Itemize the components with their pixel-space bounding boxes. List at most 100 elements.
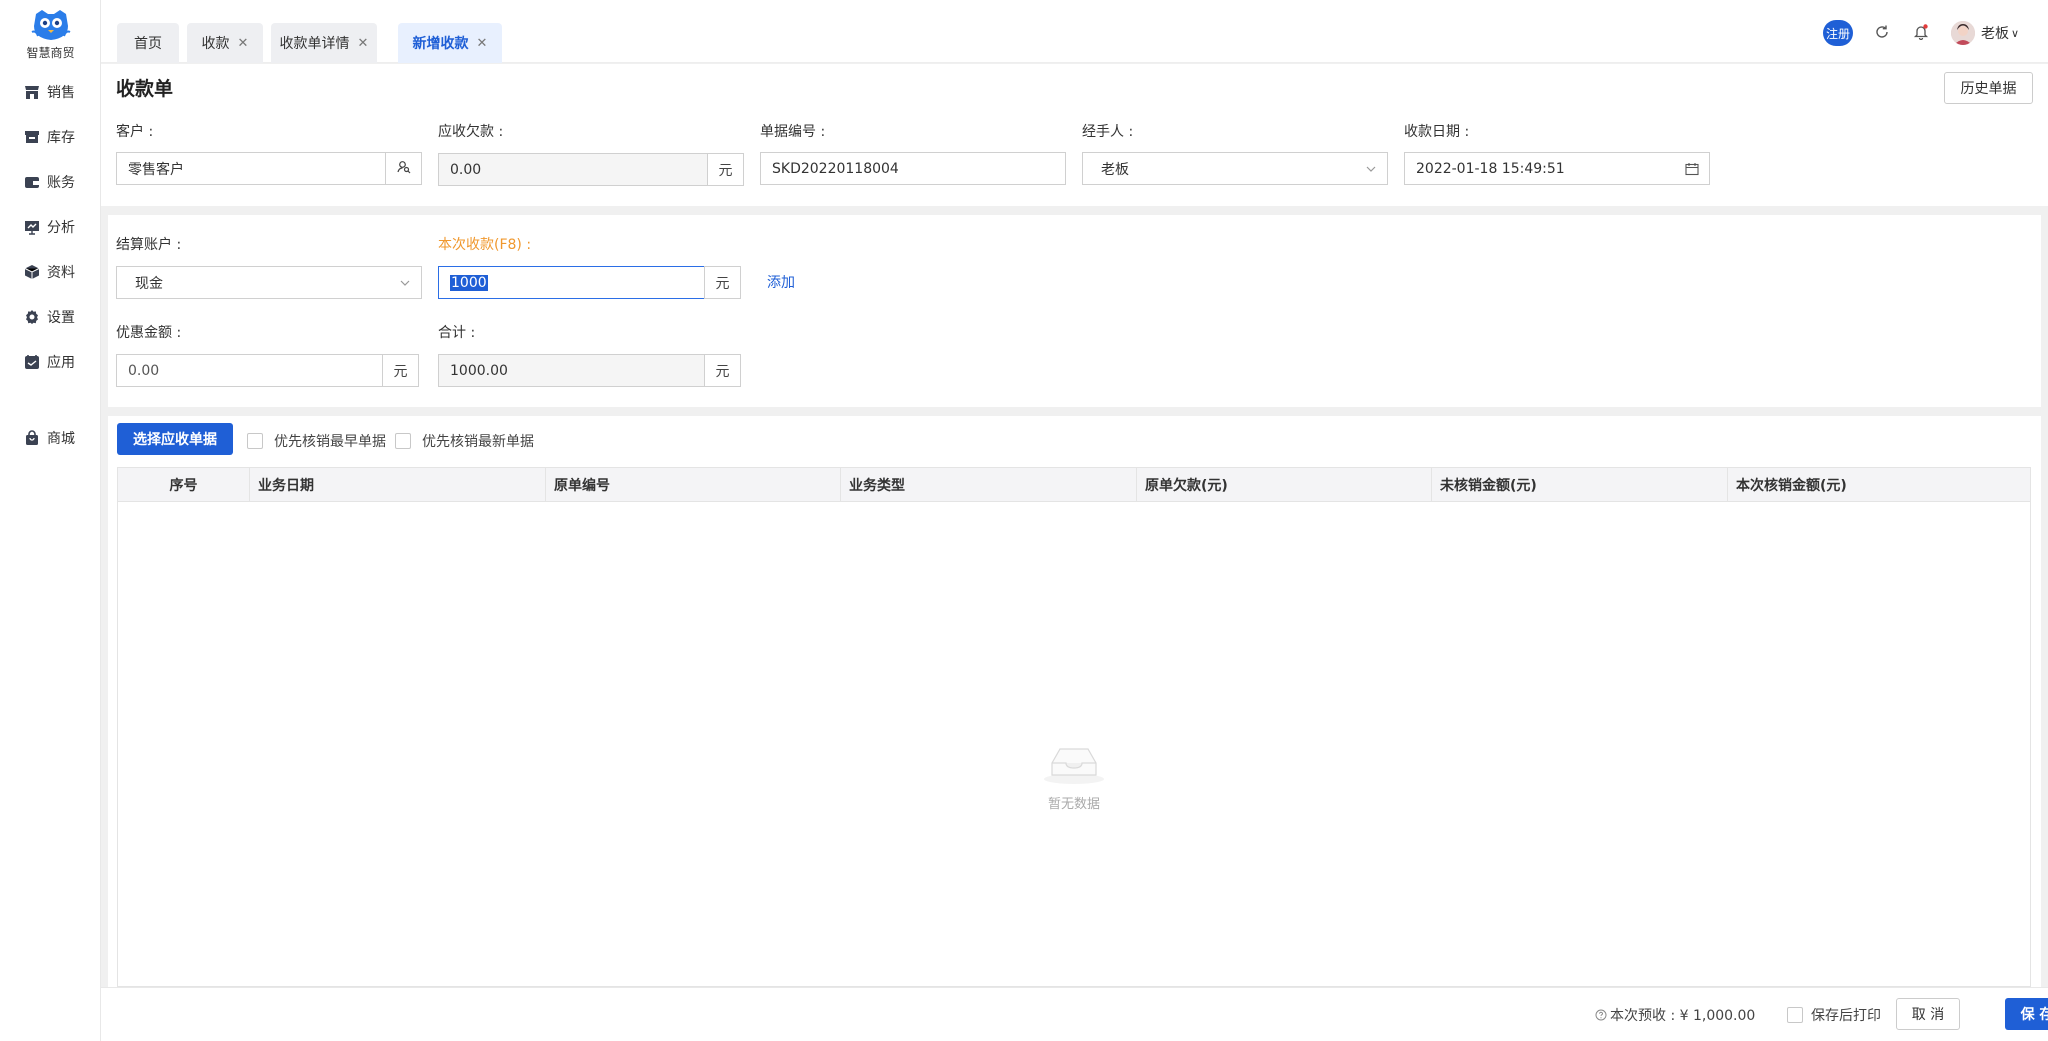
sidebar-item-label: 商城	[47, 431, 75, 447]
chevron-down-icon	[1365, 163, 1377, 175]
tab-home[interactable]: 首页	[117, 23, 179, 63]
print-after-save-label: 保存后打印	[1811, 1008, 1881, 1024]
empty-inbox-icon	[1042, 748, 1106, 789]
sidebar-item-analysis[interactable]: 分析	[24, 215, 75, 239]
register-button[interactable]: 注册	[1823, 20, 1853, 46]
sidebar-item-label: 账务	[47, 175, 75, 191]
tab-new-receipt[interactable]: 新增收款 ✕	[398, 23, 502, 63]
bag-icon	[24, 430, 40, 446]
handler-select[interactable]: 老板	[1082, 152, 1388, 185]
prepay-summary: 本次预收 : ¥ 1,000.00	[1595, 1005, 1755, 1025]
discount-value: 0.00	[128, 362, 160, 379]
empty-state: 暂无数据	[1039, 741, 1109, 812]
sidebar-item-label: 应用	[47, 355, 75, 371]
account-select[interactable]: 现金	[116, 266, 422, 299]
sidebar-item-sales[interactable]: 销售	[24, 80, 75, 104]
amount-label: 本次收款(F8) :	[438, 237, 532, 253]
doc-no-label: 单据编号 :	[760, 124, 826, 140]
close-icon[interactable]: ✕	[358, 36, 369, 51]
sidebar-item-label: 分析	[47, 220, 75, 236]
sidebar-item-label: 资料	[47, 265, 75, 281]
date-label: 收款日期 :	[1404, 124, 1470, 140]
amount-value: 1000	[450, 274, 488, 291]
history-button[interactable]: 历史单据	[1944, 72, 2033, 104]
account-label: 结算账户 :	[116, 237, 182, 253]
total-value: 1000.00	[450, 362, 508, 379]
unit-suffix: 元	[382, 354, 419, 387]
chevron-down-icon	[399, 277, 411, 289]
doc-no-field[interactable]: SKD20220118004	[760, 152, 1066, 185]
table-header: 序号 业务日期 原单编号 业务类型 原单欠款(元) 未核销金额(元) 本次核销金…	[118, 468, 2030, 502]
customer-label: 客户 :	[116, 124, 154, 140]
tab-label: 收款单详情	[279, 36, 350, 52]
close-icon[interactable]: ✕	[238, 36, 249, 51]
receivable-field: 0.00	[438, 153, 708, 186]
top-bar: 首页 收款 ✕ 收款单详情 ✕ 新增收款 ✕	[101, 0, 2048, 63]
cube-icon	[24, 264, 40, 280]
column-header[interactable]: 业务日期	[249, 468, 545, 502]
customer-field[interactable]: 零售客户	[116, 152, 386, 185]
unit-suffix: 元	[704, 266, 741, 299]
earliest-first-label: 优先核销最早单据	[274, 434, 386, 450]
owl-logo-icon	[30, 8, 72, 42]
user-search-icon	[396, 160, 411, 178]
sidebar-item-mall[interactable]: 商城	[24, 426, 75, 450]
earliest-first-checkbox[interactable]	[247, 433, 263, 449]
sidebar-item-label: 销售	[47, 85, 75, 101]
calendar-icon	[1685, 162, 1699, 176]
add-account-link[interactable]: 添加	[767, 272, 795, 292]
app-logo[interactable]: 智慧商贸	[0, 8, 101, 61]
app-name: 智慧商贸	[26, 46, 75, 60]
select-receivables-button[interactable]: 选择应收单据	[117, 423, 233, 455]
latest-first-checkbox[interactable]	[395, 433, 411, 449]
sidebar-item-apps[interactable]: 应用	[24, 350, 75, 374]
discount-label: 优惠金额 :	[116, 325, 182, 341]
column-header[interactable]: 业务类型	[840, 468, 1136, 502]
column-header[interactable]: 原单欠款(元)	[1136, 468, 1431, 502]
store-icon	[24, 84, 40, 100]
handler-label: 经手人 :	[1082, 124, 1134, 140]
save-button[interactable]: 保 存	[2005, 998, 2048, 1030]
bell-icon[interactable]	[1911, 22, 1931, 42]
tab-receipt-detail[interactable]: 收款单详情 ✕	[271, 23, 377, 63]
chart-icon	[24, 219, 40, 235]
receivable-label: 应收欠款 :	[438, 124, 504, 140]
sidebar-item-settings[interactable]: 设置	[24, 305, 75, 329]
tab-receipts[interactable]: 收款 ✕	[187, 23, 263, 63]
page-title: 收款单	[116, 78, 174, 100]
customer-value: 零售客户	[128, 161, 184, 178]
discount-input[interactable]: 0.00	[116, 354, 383, 387]
sidebar-item-inventory[interactable]: 库存	[24, 125, 75, 149]
date-picker[interactable]: 2022-01-18 15:49:51	[1404, 152, 1710, 185]
column-header[interactable]: 序号	[118, 468, 249, 502]
prepay-text: 本次预收 : ¥ 1,000.00	[1610, 1008, 1756, 1024]
user-name: 老板	[1981, 26, 2009, 42]
cancel-button[interactable]: 取 消	[1896, 998, 1960, 1030]
doc-no-value: SKD20220118004	[772, 160, 899, 177]
account-value: 现金	[135, 275, 163, 292]
chevron-down-icon: ∨	[2011, 26, 2020, 40]
sidebar-item-accounts[interactable]: 账务	[24, 170, 75, 194]
tab-label: 首页	[134, 36, 162, 52]
latest-first-label: 优先核销最新单据	[422, 434, 534, 450]
close-icon[interactable]: ✕	[477, 36, 488, 51]
total-label: 合计 :	[438, 325, 476, 341]
date-value: 2022-01-18 15:49:51	[1416, 160, 1565, 177]
box-icon	[24, 129, 40, 145]
print-after-save-checkbox[interactable]	[1787, 1007, 1803, 1023]
column-header[interactable]: 本次核销金额(元)	[1727, 468, 2022, 502]
help-circle-icon	[1595, 1009, 1607, 1021]
refresh-icon[interactable]	[1872, 22, 1892, 42]
sidebar-item-label: 库存	[47, 130, 75, 146]
sidebar-item-data[interactable]: 资料	[24, 260, 75, 284]
column-header[interactable]: 原单编号	[545, 468, 840, 502]
customer-search-button[interactable]	[385, 152, 422, 185]
column-header[interactable]: 未核销金额(元)	[1431, 468, 1727, 502]
gear-icon	[24, 309, 40, 325]
bills-table: 序号 业务日期 原单编号 业务类型 原单欠款(元) 未核销金额(元) 本次核销金…	[117, 467, 2031, 987]
empty-text: 暂无数据	[1047, 797, 1100, 812]
amount-input[interactable]: 1000	[438, 266, 705, 299]
tab-label: 新增收款	[412, 36, 469, 52]
wallet-icon	[24, 174, 40, 190]
user-menu[interactable]: 老板 ∨	[1951, 20, 2019, 46]
